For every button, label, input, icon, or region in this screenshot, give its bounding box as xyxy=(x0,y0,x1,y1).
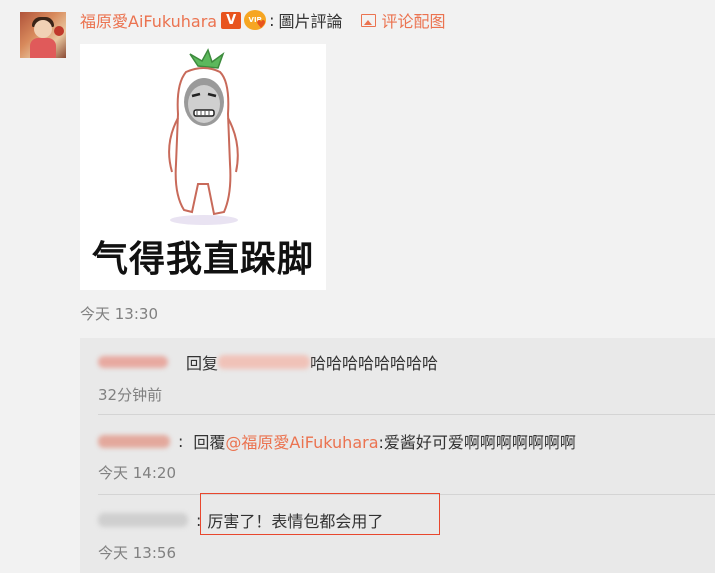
divider xyxy=(98,414,715,415)
avatar[interactable] xyxy=(20,12,66,58)
reply-item: : 回覆 @福原愛AiFukuhara :爱酱好可爱啊啊啊啊啊啊啊 今天 14:… xyxy=(98,416,715,492)
sticker-caption: 气得我直跺脚 xyxy=(91,239,314,280)
username-link[interactable]: 福原愛AiFukuhara xyxy=(80,8,217,32)
heart-icon: ♥ xyxy=(256,18,266,31)
picture-icon xyxy=(360,13,376,27)
sticker-image[interactable]: 气得我直跺脚 xyxy=(80,44,326,290)
reply-item: : 厉害了！表情包都会用了 今天 13:56 xyxy=(98,493,715,572)
radish-figure-icon xyxy=(168,48,239,225)
post-timestamp: 今天 13:30 xyxy=(80,305,158,323)
reply-item: 回复 哈哈哈哈哈哈哈哈 32分钟前 xyxy=(98,338,715,414)
blurred-username xyxy=(98,434,170,448)
blurred-username xyxy=(98,513,188,527)
reply-list: 回复 哈哈哈哈哈哈哈哈 32分钟前 : 回覆 @福原愛AiFukuhara :爱… xyxy=(80,338,715,573)
highlight-box xyxy=(200,493,440,535)
reply-separator: : xyxy=(178,431,184,451)
verified-icon[interactable]: V xyxy=(221,11,242,29)
reply-timestamp: 今天 14:20 xyxy=(98,464,176,482)
reply-text: :爱酱好可爱啊啊啊啊啊啊啊 xyxy=(378,433,576,452)
mention-link[interactable]: @福原愛AiFukuhara xyxy=(225,429,378,453)
comment-picture-label: 评论配图 xyxy=(381,12,446,31)
comment-picture-link[interactable]: 评论配图 xyxy=(360,8,446,32)
reply-timestamp: 32分钟前 xyxy=(98,386,163,404)
reply-prefix: 回复 xyxy=(186,354,219,373)
post-header: 福原愛AiFukuhara V VIP ♥ : 圖片評論 评论配图 xyxy=(80,8,446,32)
reply-prefix: 回覆 xyxy=(193,433,226,452)
blurred-mention xyxy=(218,355,311,369)
reply-timestamp: 今天 13:56 xyxy=(98,544,176,562)
post-text: 圖片評論 xyxy=(278,12,343,31)
blurred-username xyxy=(98,356,168,368)
reply-text: 哈哈哈哈哈哈哈哈 xyxy=(310,354,439,373)
colon: : xyxy=(269,10,275,30)
vip-icon[interactable]: VIP ♥ xyxy=(244,10,267,31)
